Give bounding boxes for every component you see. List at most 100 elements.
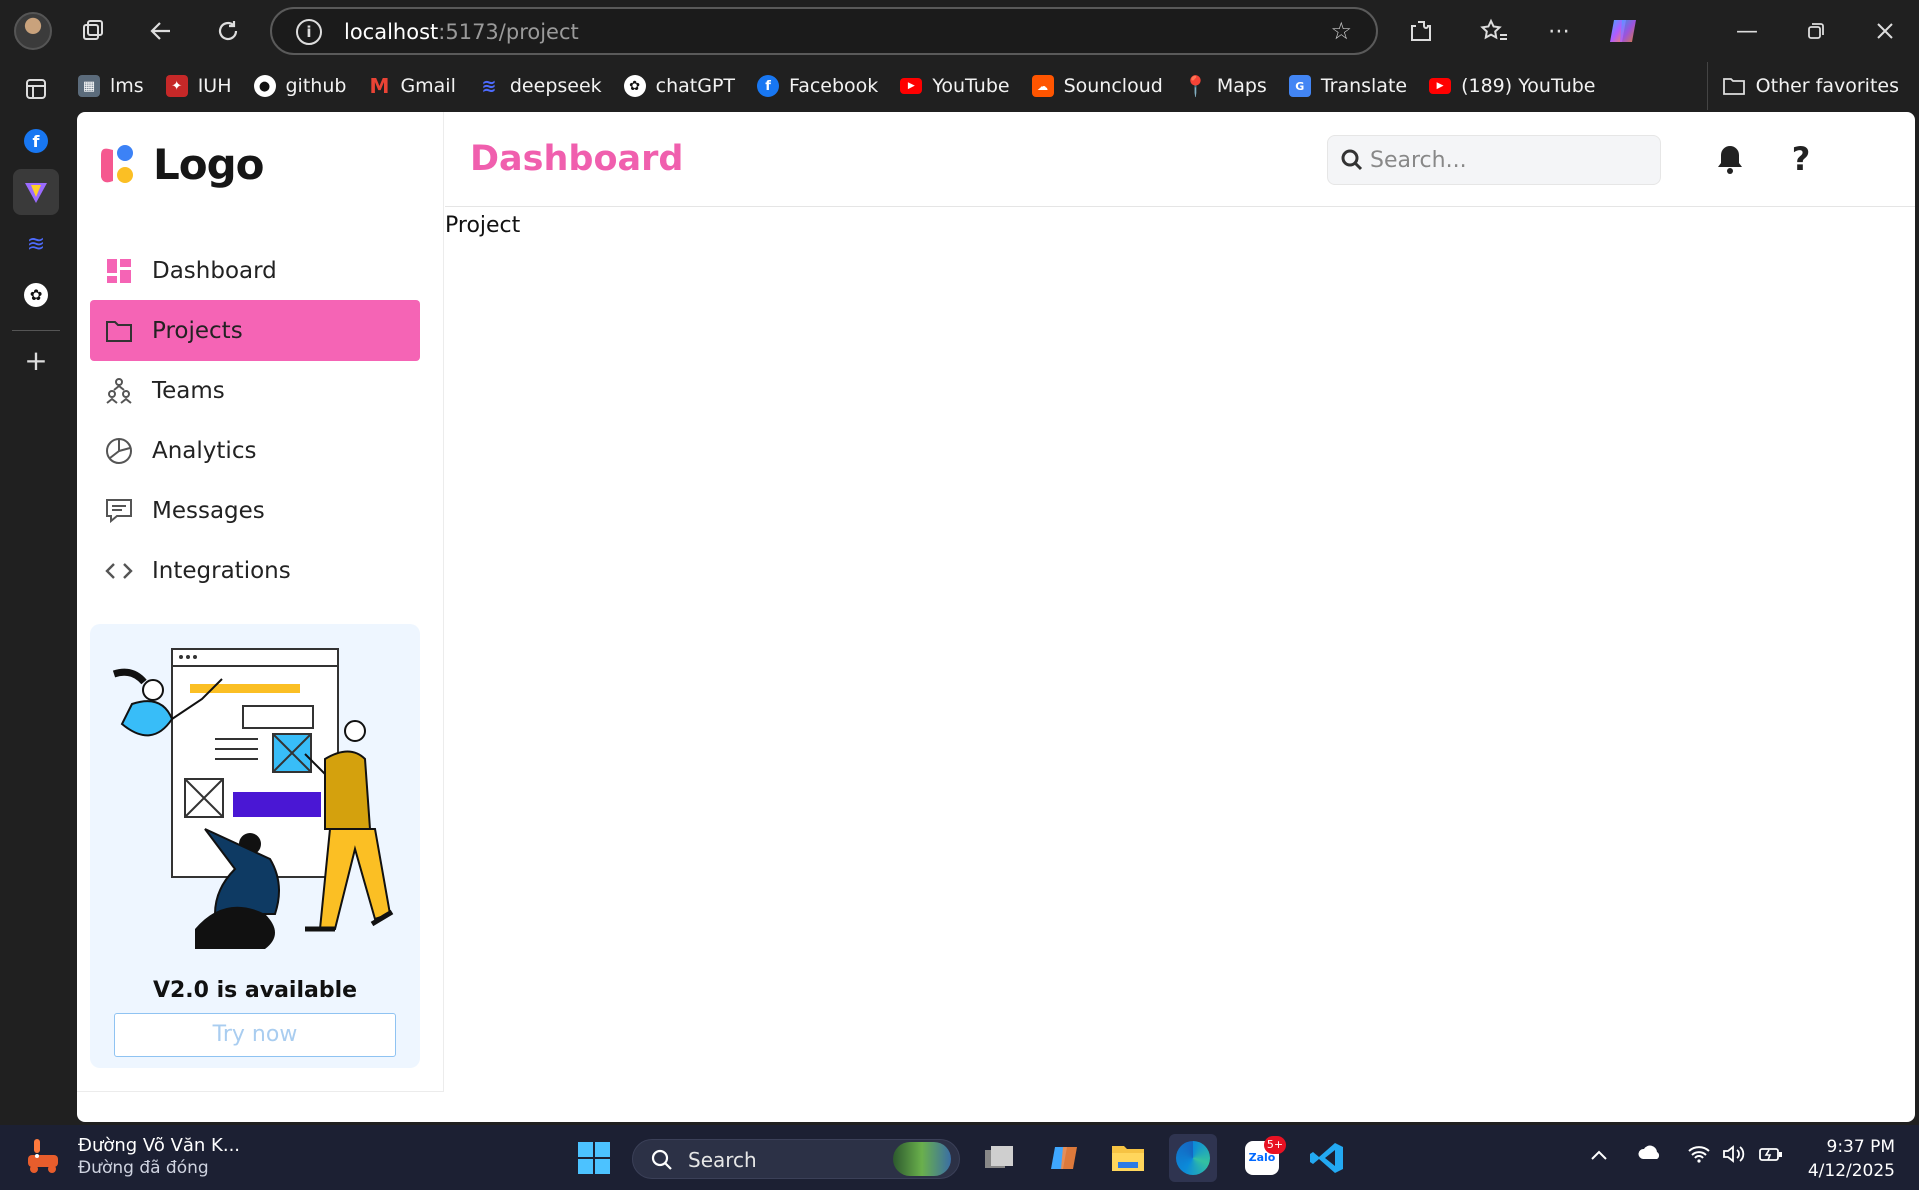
favorite-github[interactable]: ● github [253, 75, 347, 97]
search-box[interactable] [1327, 135, 1661, 185]
favorite-iuh[interactable]: ✦ IUH [165, 75, 232, 97]
help-icon[interactable]: ? [1781, 139, 1821, 179]
logo-text: Logo [153, 140, 265, 189]
traffic-widget[interactable]: Đường Võ Văn K... Đường đã đóng [22, 1135, 240, 1178]
edge-logo [1176, 1141, 1210, 1175]
favorite-youtube[interactable]: ▶ YouTube [900, 75, 1010, 97]
favorite-star-icon[interactable]: ☆ [1330, 17, 1352, 45]
zalo-icon[interactable]: Zalo 5+ [1238, 1134, 1286, 1182]
sidebar-item-label: Teams [152, 377, 225, 404]
windows-taskbar: Đường Võ Văn K... Đường đã đóng Search Z… [0, 1125, 1919, 1190]
wifi-icon[interactable] [1687, 1145, 1711, 1168]
favorite-label: IUH [197, 75, 232, 97]
onedrive-icon[interactable] [1637, 1145, 1663, 1166]
close-icon[interactable] [1868, 14, 1902, 48]
favorite-label: (189) YouTube [1461, 75, 1596, 97]
favorites-bar: ▦ lms ✦ IUH ● github M Gmail ≋ deepseek ✿ chat… [78, 62, 1919, 110]
tab-actions-icon[interactable] [13, 66, 59, 112]
sidebar-item-messages[interactable]: Messages [90, 480, 420, 541]
favorite-chatgpt[interactable]: ✿ chatGPT [623, 75, 736, 97]
restore-icon[interactable] [1799, 14, 1833, 48]
sidebar-item-projects[interactable]: Projects [90, 300, 420, 361]
app-sidebar: Logo Dashboard Projects Teams Analytics … [77, 112, 444, 1092]
clock-date: 4/12/2025 [1807, 1161, 1895, 1181]
sidebar-item-dashboard[interactable]: Dashboard [90, 240, 420, 301]
url-path: :5173/project [438, 20, 579, 44]
profile-avatar[interactable] [14, 12, 52, 50]
show-hidden-icons[interactable] [1590, 1145, 1608, 1166]
copilot-icon[interactable] [1606, 14, 1640, 48]
workspaces-icon[interactable] [76, 14, 110, 48]
favorite-facebook[interactable]: f Facebook [757, 75, 878, 97]
favorite-deepseek[interactable]: ≋ deepseek [478, 75, 602, 97]
favorite-lms[interactable]: ▦ lms [78, 75, 144, 97]
copilot-taskbar-icon[interactable] [1040, 1134, 1088, 1182]
minimize-icon[interactable]: — [1730, 14, 1764, 48]
task-view-icon[interactable] [975, 1134, 1023, 1182]
search-input[interactable] [1370, 136, 1650, 184]
refresh-icon[interactable] [211, 14, 245, 48]
favorite-soundcloud[interactable]: ☁ Souncloud [1031, 75, 1163, 97]
more-menu-icon[interactable]: ⋯ [1542, 14, 1576, 48]
traffic-title: Đường Võ Văn K... [78, 1135, 241, 1156]
favorite-label: deepseek [509, 75, 602, 97]
extensions-icon[interactable] [1404, 14, 1438, 48]
favorite-translate[interactable]: G Translate [1288, 75, 1408, 97]
folder-icon [1722, 78, 1745, 95]
notification-bell-icon[interactable] [1710, 139, 1750, 179]
address-bar[interactable]: i localhost:5173/project ☆ [270, 7, 1378, 55]
search-highlight-icon [893, 1142, 951, 1176]
analytics-icon [104, 436, 134, 466]
maps-icon: 📍 [1183, 74, 1209, 98]
soundcloud-icon: ☁ [1031, 75, 1054, 97]
address-url[interactable]: localhost:5173/project [344, 20, 579, 44]
favorite-youtube-189[interactable]: ▶ (189) YouTube [1429, 75, 1596, 97]
promo-title: V2.0 is available [152, 978, 358, 1003]
code-icon [104, 556, 134, 586]
other-favorites-label: Other favorites [1755, 75, 1899, 97]
page-title: Dashboard [470, 139, 684, 179]
vscode-icon[interactable] [1303, 1134, 1351, 1182]
facebook-tab-icon[interactable]: f [13, 118, 59, 164]
file-explorer-icon[interactable] [1104, 1134, 1152, 1182]
url-host: localhost [344, 20, 439, 44]
favorite-label: github [285, 75, 347, 97]
sidebar-item-analytics[interactable]: Analytics [90, 420, 420, 481]
iuh-icon: ✦ [165, 75, 188, 97]
chatgpt-tab-icon[interactable]: ✿ [13, 272, 59, 318]
browser-side-panel: f ≋ ✿ + [0, 62, 72, 1125]
other-favorites[interactable]: Other favorites [1706, 62, 1899, 110]
favorite-label: Facebook [789, 75, 879, 97]
edge-icon[interactable] [1169, 1134, 1217, 1182]
sidebar-item-label: Analytics [152, 437, 257, 464]
translate-icon: G [1288, 75, 1311, 97]
volume-icon[interactable] [1722, 1145, 1746, 1168]
favorites-icon[interactable] [1477, 14, 1511, 48]
favorite-label: lms [110, 75, 144, 97]
facebook-icon: f [757, 75, 780, 97]
favorite-label: chatGPT [655, 75, 736, 97]
sidebar-item-teams[interactable]: Teams [90, 360, 420, 421]
favorite-gmail[interactable]: M Gmail [368, 74, 455, 98]
try-now-button[interactable]: Try now [114, 1013, 396, 1057]
system-clock[interactable]: 9:37 PM 4/12/2025 [1808, 1135, 1895, 1183]
sidebar-item-integrations[interactable]: Integrations [90, 540, 420, 601]
favorite-maps[interactable]: 📍 Maps [1183, 74, 1266, 98]
clock-time: 9:37 PM [1826, 1137, 1896, 1157]
gmail-icon: M [369, 74, 390, 98]
vite-tab-icon[interactable] [13, 169, 59, 215]
sidebar-item-label: Projects [152, 317, 243, 344]
taskbar-search-label: Search [688, 1148, 757, 1172]
site-info-icon[interactable]: i [296, 19, 322, 45]
sidebar-item-label: Dashboard [152, 257, 277, 284]
favorite-label: Translate [1320, 75, 1408, 97]
windows-start-icon[interactable] [570, 1134, 618, 1182]
lms-icon: ▦ [78, 75, 100, 97]
add-tab-icon[interactable]: + [13, 337, 59, 383]
sidebar-item-label: Messages [152, 497, 265, 524]
back-icon[interactable] [144, 14, 178, 48]
taskbar-search[interactable]: Search [632, 1139, 960, 1179]
deepseek-tab-icon[interactable]: ≋ [13, 221, 59, 267]
logo[interactable]: Logo [95, 140, 265, 189]
battery-icon[interactable] [1758, 1145, 1784, 1168]
